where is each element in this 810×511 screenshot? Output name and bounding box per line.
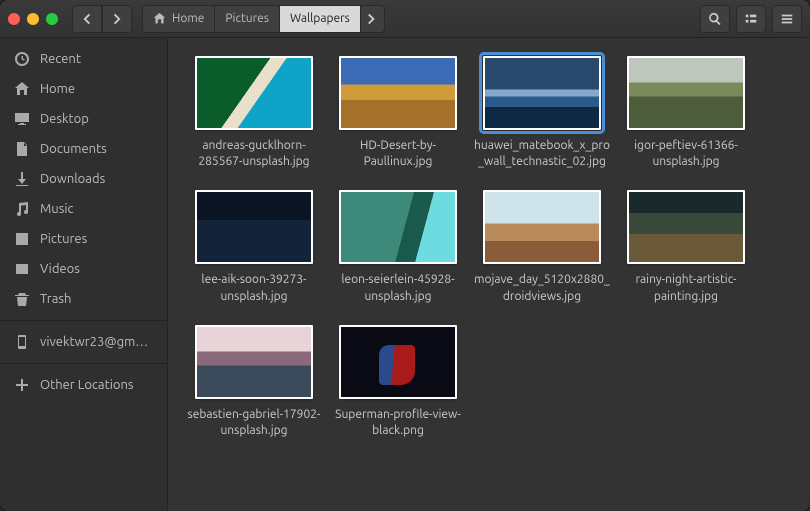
pictures-icon [14, 231, 30, 247]
file-item[interactable]: sebastien-gabriel-17902-unsplash.jpg [182, 325, 326, 439]
file-name: lee-aik-soon-39273-unsplash.jpg [186, 272, 322, 304]
clock-icon [14, 51, 30, 67]
file-grid: andreas-gucklhorn-285567-unsplash.jpgHD-… [182, 56, 796, 439]
file-thumbnail [483, 190, 601, 264]
file-thumbnail [339, 190, 457, 264]
file-thumbnail [627, 56, 745, 130]
chevron-right-icon [110, 12, 124, 26]
file-item[interactable]: HD-Desert-by-Paullinux.jpg [326, 56, 470, 170]
desktop-icon [14, 111, 30, 127]
minimize-window-button[interactable] [27, 13, 39, 25]
close-window-button[interactable] [8, 13, 20, 25]
sidebar-item-label: Downloads [40, 172, 105, 186]
sidebar-item-other-locations[interactable]: Other Locations [0, 370, 167, 400]
file-item[interactable]: rainy-night-artistic-painting.jpg [614, 190, 758, 304]
breadcrumb-home-label: Home [172, 12, 204, 25]
toolbar-right [700, 5, 802, 33]
file-name: andreas-gucklhorn-285567-unsplash.jpg [186, 138, 322, 170]
sidebar-item-documents[interactable]: Documents [0, 134, 167, 164]
file-thumbnail [195, 190, 313, 264]
breadcrumb-wallpapers-label: Wallpapers [290, 12, 350, 25]
file-name: mojave_day_5120x2880_droidviews.jpg [474, 272, 610, 304]
file-thumbnail [483, 56, 601, 130]
sidebar-separator [0, 320, 167, 321]
file-thumbnail [339, 325, 457, 399]
view-mode-button[interactable] [736, 5, 766, 33]
file-name: igor-peftiev-61366-unsplash.jpg [618, 138, 754, 170]
breadcrumb-pictures-label: Pictures [225, 12, 269, 25]
sidebar-item-label: Pictures [40, 232, 87, 246]
sidebar: Recent Home Desktop Documents Downloads … [0, 38, 168, 511]
back-button[interactable] [72, 5, 102, 33]
file-thumbnail [339, 56, 457, 130]
sidebar-item-label: vivektwr23@gmail.... [40, 335, 153, 349]
sidebar-item-label: Recent [40, 52, 81, 66]
sidebar-item-label: Music [40, 202, 74, 216]
sidebar-item-label: Home [40, 82, 75, 96]
content-area[interactable]: andreas-gucklhorn-285567-unsplash.jpgHD-… [168, 38, 810, 511]
videos-icon [14, 261, 30, 277]
window-controls [8, 13, 58, 25]
home-icon [14, 81, 30, 97]
sidebar-item-pictures[interactable]: Pictures [0, 224, 167, 254]
sidebar-item-desktop[interactable]: Desktop [0, 104, 167, 134]
breadcrumb-wallpapers[interactable]: Wallpapers [280, 5, 361, 33]
file-name: rainy-night-artistic-painting.jpg [618, 272, 754, 304]
search-button[interactable] [700, 5, 730, 33]
file-thumbnail [195, 325, 313, 399]
phone-icon [14, 334, 30, 350]
breadcrumb-more-button[interactable] [361, 5, 385, 33]
sidebar-item-label: Documents [40, 142, 107, 156]
search-icon [708, 12, 722, 26]
file-item[interactable]: Superman-profile-view-black.png [326, 325, 470, 439]
hamburger-icon [780, 12, 794, 26]
plus-icon [14, 377, 30, 393]
file-item[interactable]: lee-aik-soon-39273-unsplash.jpg [182, 190, 326, 304]
trash-icon [14, 291, 30, 307]
home-icon [153, 12, 166, 25]
sidebar-item-label: Other Locations [40, 378, 134, 392]
hamburger-menu-button[interactable] [772, 5, 802, 33]
documents-icon [14, 141, 30, 157]
file-name: sebastien-gabriel-17902-unsplash.jpg [186, 407, 322, 439]
forward-button[interactable] [102, 5, 132, 33]
chevron-right-icon [365, 12, 379, 26]
file-item[interactable]: igor-peftiev-61366-unsplash.jpg [614, 56, 758, 170]
file-item[interactable]: leon-seierlein-45928-unsplash.jpg [326, 190, 470, 304]
file-name: huawei_matebook_x_pro_wall_technastic_02… [474, 138, 610, 170]
breadcrumb: Home Pictures Wallpapers [142, 5, 385, 33]
titlebar: Home Pictures Wallpapers [0, 0, 810, 38]
breadcrumb-pictures[interactable]: Pictures [215, 5, 280, 33]
music-icon [14, 201, 30, 217]
file-item[interactable]: mojave_day_5120x2880_droidviews.jpg [470, 190, 614, 304]
body: Recent Home Desktop Documents Downloads … [0, 38, 810, 511]
sidebar-item-downloads[interactable]: Downloads [0, 164, 167, 194]
list-view-icon [744, 12, 758, 26]
sidebar-item-recent[interactable]: Recent [0, 44, 167, 74]
file-name: Superman-profile-view-black.png [330, 407, 466, 439]
file-name: leon-seierlein-45928-unsplash.jpg [330, 272, 466, 304]
file-item[interactable]: andreas-gucklhorn-285567-unsplash.jpg [182, 56, 326, 170]
sidebar-item-music[interactable]: Music [0, 194, 167, 224]
file-manager-window: Home Pictures Wallpapers [0, 0, 810, 511]
sidebar-item-trash[interactable]: Trash [0, 284, 167, 314]
maximize-window-button[interactable] [46, 13, 58, 25]
breadcrumb-home[interactable]: Home [142, 5, 215, 33]
file-thumbnail [195, 56, 313, 130]
nav-back-forward [72, 5, 132, 33]
file-thumbnail [627, 190, 745, 264]
sidebar-item-label: Trash [40, 292, 71, 306]
chevron-left-icon [80, 12, 94, 26]
file-item[interactable]: huawei_matebook_x_pro_wall_technastic_02… [470, 56, 614, 170]
sidebar-item-videos[interactable]: Videos [0, 254, 167, 284]
sidebar-item-label: Desktop [40, 112, 89, 126]
sidebar-item-account[interactable]: vivektwr23@gmail.... [0, 327, 167, 357]
sidebar-item-label: Videos [40, 262, 80, 276]
download-icon [14, 171, 30, 187]
sidebar-separator [0, 363, 167, 364]
file-name: HD-Desert-by-Paullinux.jpg [330, 138, 466, 170]
sidebar-item-home[interactable]: Home [0, 74, 167, 104]
